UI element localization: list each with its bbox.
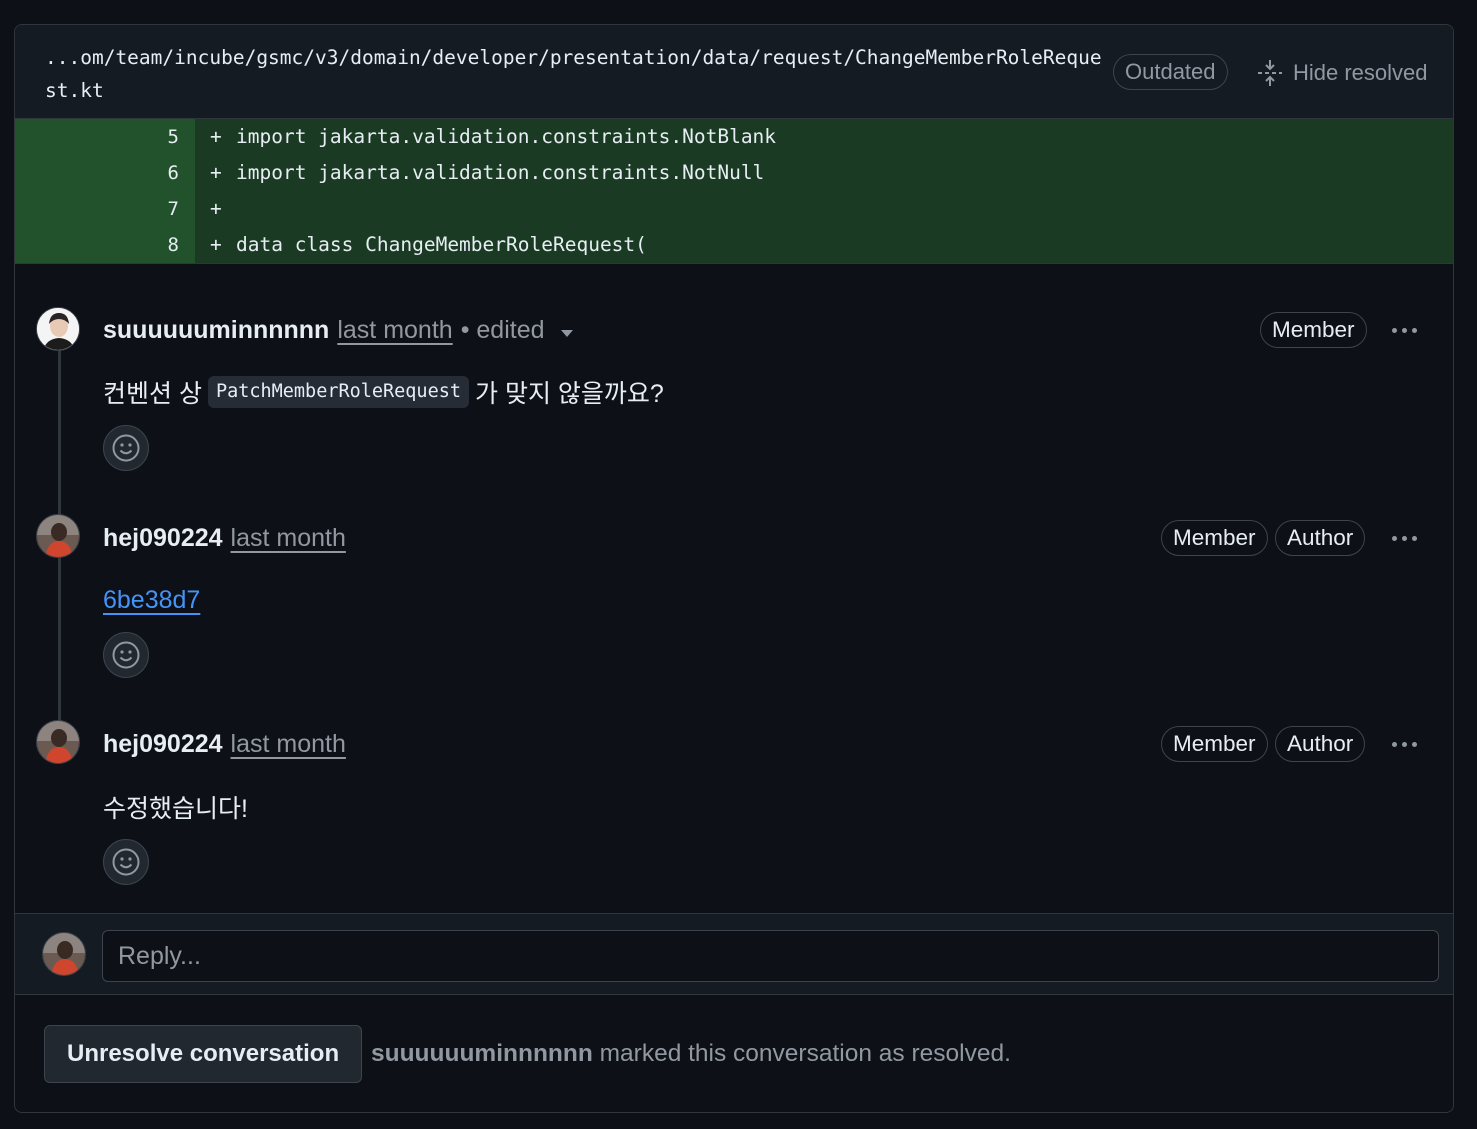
comment-time[interactable]: last month [231, 730, 346, 759]
diff-line: 8 + data class ChangeMemberRoleRequest( [15, 227, 1453, 263]
member-badge: Member [1260, 312, 1367, 348]
add-reaction-button[interactable] [103, 839, 149, 885]
line-number[interactable]: 8 [15, 227, 195, 263]
more-options-button[interactable] [1386, 312, 1422, 348]
comment-author[interactable]: suuuuuuminnnnnn [103, 316, 329, 345]
avatar [42, 932, 86, 976]
comment-body: 6be38d7 [103, 580, 200, 620]
smiley-icon [112, 641, 140, 669]
comment-text: 컨벤션 상 [103, 380, 202, 408]
author-badge: Author [1275, 726, 1366, 762]
reply-area [15, 913, 1453, 995]
smiley-icon [112, 848, 140, 876]
diff-line: 5 + import jakarta.validation.constraints… [15, 119, 1453, 155]
reply-input[interactable] [102, 930, 1439, 982]
comment-body: 수정했습니다! [103, 787, 248, 827]
hide-resolved-label: Hide resolved [1293, 60, 1428, 85]
more-options-button[interactable] [1386, 726, 1422, 762]
file-header: ...om/team/incube/gsmc/v3/domain/develop… [15, 25, 1453, 119]
avatar-image [37, 721, 79, 763]
avatar-image [37, 308, 79, 350]
resolved-message: suuuuuuminnnnnn marked this conversation… [371, 1040, 1011, 1068]
comment-header: hej090224 last month [103, 518, 346, 558]
comment-text: 수정했습니다! [103, 795, 248, 823]
unresolve-conversation-button[interactable]: Unresolve conversation [44, 1025, 363, 1083]
add-reaction-button[interactable] [103, 425, 149, 471]
comment-author[interactable]: hej090224 [103, 730, 223, 759]
more-options-button[interactable] [1386, 520, 1422, 556]
resolver-name[interactable]: suuuuuuminnnnnn [371, 1040, 593, 1067]
line-number[interactable]: 6 [15, 155, 195, 191]
member-badge: Member [1161, 520, 1268, 556]
diff-sign: + [210, 161, 222, 184]
comment-header: hej090224 last month [103, 724, 346, 764]
diff-sign: + [210, 125, 222, 148]
diff-code: data class ChangeMemberRoleRequest( [236, 233, 647, 256]
line-number[interactable]: 7 [15, 191, 195, 227]
comment-body: 컨벤션 상 PatchMemberRoleRequest 가 맞지 않을까요? [103, 372, 664, 412]
outdated-badge: Outdated [1113, 54, 1228, 90]
comment-time[interactable]: last month [231, 524, 346, 553]
inline-code: PatchMemberRoleRequest [207, 376, 469, 408]
avatar[interactable] [36, 720, 80, 764]
diff-line: 7 + [15, 191, 1453, 227]
comment-text: 가 맞지 않을까요? [475, 380, 664, 408]
fold-icon [1258, 60, 1282, 86]
chevron-down-icon[interactable] [560, 329, 573, 337]
avatar-image [43, 933, 85, 975]
comment-header: suuuuuuminnnnnn last month • edited [103, 310, 573, 350]
review-thread: ...om/team/incube/gsmc/v3/domain/develop… [14, 24, 1454, 1113]
add-reaction-button[interactable] [103, 632, 149, 678]
diff-hunk: 5 + import jakarta.validation.constraints… [15, 119, 1453, 263]
hide-resolved-button[interactable]: Hide resolved [1257, 55, 1428, 91]
avatar[interactable] [36, 514, 80, 558]
diff-divider [15, 263, 1453, 264]
smiley-icon [112, 434, 140, 462]
diff-code: import jakarta.validation.constraints.No… [236, 125, 777, 148]
commit-link[interactable]: 6be38d7 [103, 586, 200, 615]
diff-sign: + [210, 197, 222, 220]
comment-time[interactable]: last month [337, 316, 452, 345]
avatar-image [37, 515, 79, 557]
avatar[interactable] [36, 307, 80, 351]
edited-label[interactable]: • edited [461, 316, 545, 345]
member-badge: Member [1161, 726, 1268, 762]
line-number[interactable]: 5 [15, 119, 195, 155]
diff-line: 6 + import jakarta.validation.constraints… [15, 155, 1453, 191]
diff-code: import jakarta.validation.constraints.No… [236, 161, 765, 184]
diff-sign: + [210, 233, 222, 256]
resolved-text: marked this conversation as resolved. [599, 1040, 1011, 1067]
author-badge: Author [1275, 520, 1366, 556]
file-path[interactable]: ...om/team/incube/gsmc/v3/domain/develop… [45, 41, 1105, 107]
comment-author[interactable]: hej090224 [103, 524, 223, 553]
